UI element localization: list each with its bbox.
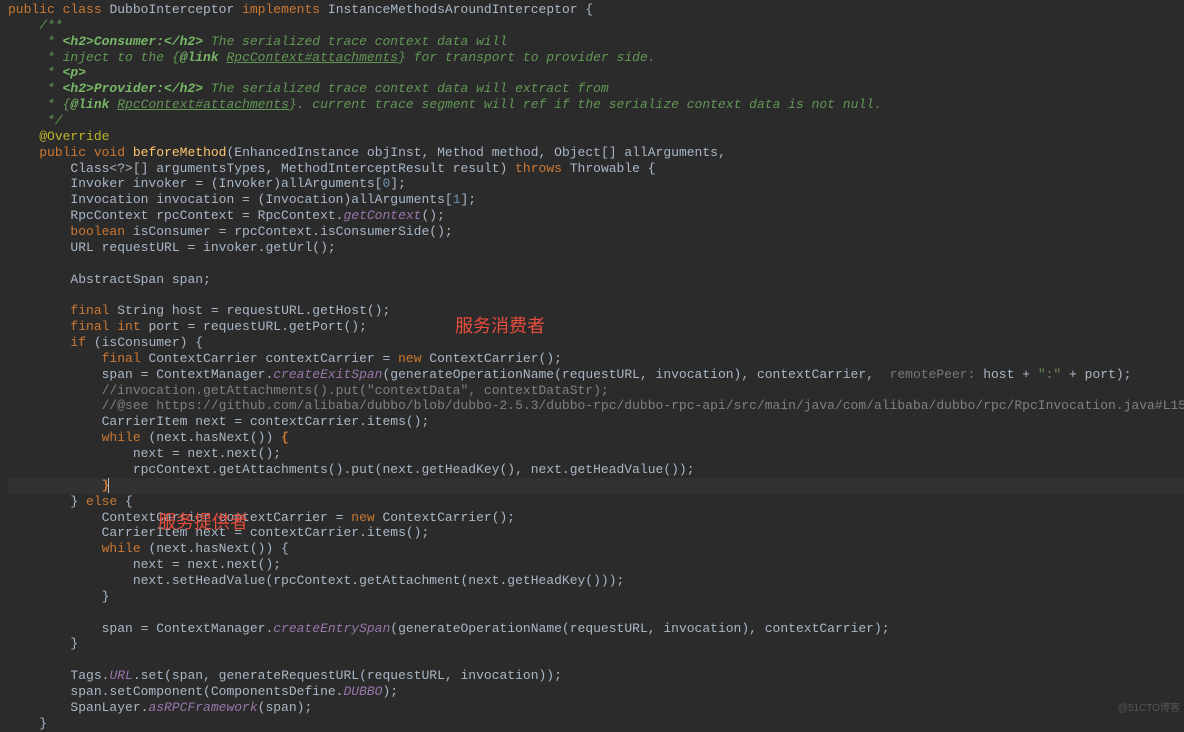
code-line: CarrierItem next = contextCarrier.items(… [8,414,429,429]
code-line: while (next.hasNext()) { [8,430,289,445]
blank-line [8,256,16,271]
code-line: SpanLayer.asRPCFramework(span); [8,700,312,715]
blank-line [8,652,16,667]
code-line: Invoker invoker = (Invoker)allArguments[… [8,176,406,191]
javadoc-close: */ [8,113,63,128]
javadoc-line: * inject to the {@link RpcContext#attach… [8,50,656,65]
method-sig2: Class<?>[] argumentsTypes, MethodInterce… [8,161,656,176]
code-line: boolean isConsumer = rpcContext.isConsum… [8,224,453,239]
code-line: AbstractSpan span; [8,272,211,287]
code-line: span = ContextManager.createExitSpan(gen… [8,367,1131,382]
javadoc-line: * <h2>Consumer:</h2> The serialized trac… [8,34,507,49]
javadoc-open: /** [8,18,63,33]
code-line: span = ContextManager.createEntrySpan(ge… [8,621,890,636]
comment-line: //invocation.getAttachments().put("conte… [8,383,609,398]
code-line: } [8,716,47,731]
code-line: RpcContext rpcContext = RpcContext.getCo… [8,208,445,223]
code-editor[interactable]: public class DubboInterceptor implements… [0,0,1184,732]
code-line: } [8,636,78,651]
javadoc-line: * {@link RpcContext#attachments}. curren… [8,97,882,112]
code-line: if (isConsumer) { [8,335,203,350]
annotation-provider-label: 服务提供者 [158,512,248,534]
code-line: public class DubboInterceptor implements… [8,2,593,17]
comment-line: //@see https://github.com/alibaba/dubbo/… [8,398,1184,413]
code-line: final String host = requestURL.getHost()… [8,303,390,318]
code-line: next = next.next(); [8,446,281,461]
code-line: URL requestURL = invoker.getUrl(); [8,240,336,255]
code-line: while (next.hasNext()) { [8,541,289,556]
method-sig: public void beforeMethod(EnhancedInstanc… [8,145,726,160]
code-line: } [8,589,109,604]
blank-line [8,605,16,620]
code-line: ContextCarrier contextCarrier = new Cont… [8,510,515,525]
code-line-caret: } [8,478,1184,494]
annotation-consumer-label: 服务消费者 [455,316,545,338]
code-line: Invocation invocation = (Invocation)allA… [8,192,476,207]
code-line: } else { [8,494,133,509]
code-line: final ContextCarrier contextCarrier = ne… [8,351,562,366]
code-line: span.setComponent(ComponentsDefine.DUBBO… [8,684,398,699]
code-line: next.setHeadValue(rpcContext.getAttachme… [8,573,624,588]
code-line: final int port = requestURL.getPort(); [8,319,367,334]
code-line: next = next.next(); [8,557,281,572]
javadoc-line: * <h2>Provider:</h2> The serialized trac… [8,81,609,96]
code-line: Tags.URL.set(span, generateRequestURL(re… [8,668,562,683]
code-line: rpcContext.getAttachments().put(next.get… [8,462,695,477]
javadoc-line: * <p> [8,65,86,80]
blank-line [8,287,16,302]
annotation: @Override [8,129,109,144]
watermark: @51CTO博客 [1118,703,1180,715]
